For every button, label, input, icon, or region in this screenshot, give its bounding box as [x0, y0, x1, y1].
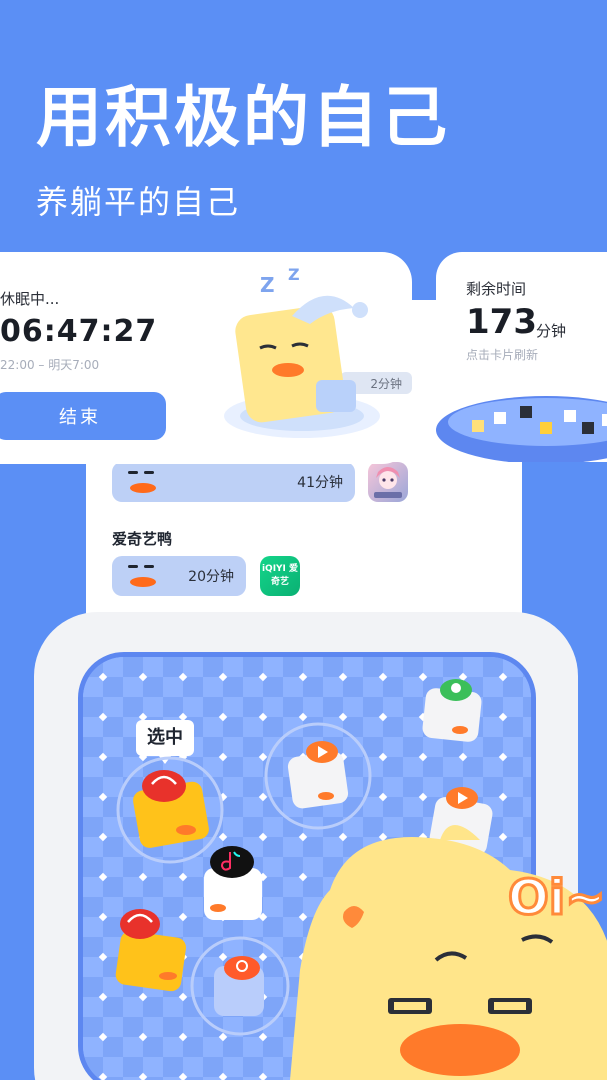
duck-face-icon	[126, 565, 162, 587]
sleep-card[interactable]: 休眠中... 06:47:27 22:00 – 明天7:00 结束 2分钟 Z …	[0, 252, 412, 464]
remaining-title: 剩余时间	[466, 280, 527, 298]
usage-time: 41分钟	[297, 475, 343, 491]
app-label: 爱奇艺鸭	[112, 530, 173, 548]
duck-pool-icon	[436, 396, 607, 462]
remaining-value: 173	[466, 302, 537, 342]
svg-text:Z: Z	[260, 273, 275, 297]
iqiyi-icon[interactable]: iQIYI 爱奇艺	[260, 556, 300, 596]
sleep-clock: 06:47:27	[0, 314, 158, 349]
end-button[interactable]: 结束	[0, 392, 166, 440]
anime-game-icon[interactable]	[368, 462, 408, 502]
mascot-exclaim: Oi~	[508, 870, 605, 926]
remaining-unit: 分钟	[536, 322, 567, 340]
selected-tag: 选中	[136, 720, 194, 764]
hero-subtitle: 养躺平的自己	[36, 183, 241, 221]
mascot-duck-icon: Oi~	[290, 825, 607, 1080]
usage-time: 20分钟	[188, 569, 234, 585]
remaining-time-card[interactable]: 剩余时间 173 分钟 点击卡片刷新	[436, 252, 607, 462]
list-item[interactable]: 41分钟	[112, 462, 355, 502]
svg-text:2分钟: 2分钟	[370, 376, 402, 391]
sleeping-duck-icon: 2分钟 Z Z	[224, 265, 412, 438]
list-item[interactable]: 20分钟	[112, 556, 246, 596]
sleep-range: 22:00 – 明天7:00	[0, 358, 100, 372]
duck-face-icon	[126, 471, 162, 493]
sleep-status: 休眠中...	[0, 290, 60, 308]
refresh-hint: 点击卡片刷新	[466, 348, 539, 362]
hero-title: 用积极的自己	[36, 79, 450, 156]
svg-text:Z: Z	[288, 265, 300, 284]
